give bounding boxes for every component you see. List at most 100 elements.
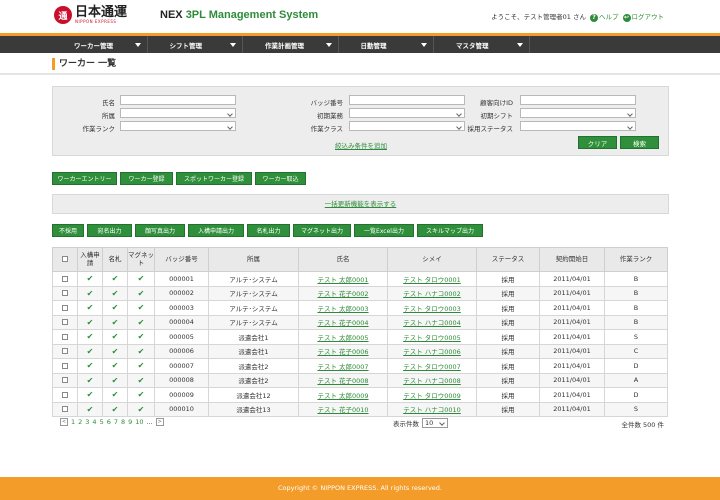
table-row[interactable]: ✔ ✔ ✔ 000003 アルテ･システム テスト 太郎0003 テスト タロウ0003 採用… — [52, 300, 668, 316]
col-name[interactable]: 氏名 — [298, 247, 388, 272]
excel-output-button[interactable]: 一覧Excel出力 — [354, 224, 414, 237]
worker-entry-button[interactable]: ワーカーエントリー — [52, 172, 117, 185]
page-3[interactable]: 3 — [85, 418, 89, 426]
col-rank[interactable]: 作業ランク — [604, 247, 668, 272]
reject-button[interactable]: 不採用 — [52, 224, 84, 237]
page-5[interactable]: 5 — [100, 418, 104, 426]
affil-cell: 派遣会社1 — [208, 343, 299, 359]
help-link[interactable]: ? ヘルプ — [590, 11, 619, 22]
worker-kana-link[interactable]: テスト ハナコ0004 — [403, 319, 461, 327]
affil-select[interactable] — [120, 108, 236, 118]
name-input[interactable] — [120, 95, 236, 105]
col-entry[interactable]: 入構申請 — [77, 247, 103, 272]
table-row[interactable]: ✔ ✔ ✔ 000001 アルテ･システム テスト 太郎0001 テスト タロウ0001 採用… — [52, 271, 668, 287]
page-8[interactable]: 8 — [121, 418, 125, 426]
row-checkbox[interactable] — [62, 377, 68, 384]
select-all-checkbox[interactable] — [62, 255, 68, 262]
page-4[interactable]: 4 — [92, 418, 96, 426]
worker-kana-link[interactable]: テスト ハナコ0010 — [403, 406, 461, 414]
worker-name-link[interactable]: テスト 太郎0007 — [317, 363, 368, 371]
worker-kana-link[interactable]: テスト タロウ0001 — [403, 276, 461, 284]
row-checkbox[interactable] — [62, 362, 68, 369]
row-checkbox[interactable] — [62, 348, 68, 355]
nav-work-plan[interactable]: 作業計画管理 — [243, 36, 339, 53]
nav-master[interactable]: マスタ管理 — [434, 36, 530, 53]
check-cell: ✔ — [102, 372, 128, 388]
client-id-input[interactable] — [520, 95, 636, 105]
nav-shift[interactable]: シフト管理 — [148, 36, 243, 53]
nav-worker[interactable]: ワーカー管理 — [52, 36, 148, 53]
worker-kana-link[interactable]: テスト ハナコ0006 — [403, 348, 461, 356]
init-shift-select[interactable] — [520, 108, 636, 118]
logout-link[interactable]: ↩ ログアウト — [622, 11, 664, 22]
col-contract-start[interactable]: 契約開始日 — [539, 247, 605, 272]
row-checkbox[interactable] — [62, 391, 68, 398]
row-checkbox[interactable] — [62, 290, 68, 297]
bulk-update-link[interactable]: 一括更新機能を表示する — [325, 200, 397, 208]
clear-button[interactable]: クリア — [578, 136, 617, 149]
table-row[interactable]: ✔ ✔ ✔ 000008 派遣会社2 テスト 花子0008 テスト ハナコ0008 採用 201… — [52, 372, 668, 388]
worker-name-link[interactable]: テスト 花子0004 — [317, 319, 368, 327]
worker-name-link[interactable]: テスト 太郎0001 — [317, 276, 368, 284]
worker-name-link[interactable]: テスト 花子0010 — [317, 406, 368, 414]
col-status[interactable]: ステータス — [476, 247, 540, 272]
page-2[interactable]: 2 — [78, 418, 82, 426]
add-condition-link[interactable]: 絞込み条件を追加 — [335, 140, 387, 150]
worker-kana-link[interactable]: テスト ハナコ0002 — [403, 290, 461, 298]
worker-kana-link[interactable]: テスト タロウ0005 — [403, 334, 461, 342]
page-6[interactable]: 6 — [107, 418, 111, 426]
entry-request-output-button[interactable]: 入構申請出力 — [188, 224, 244, 237]
row-checkbox[interactable] — [62, 406, 68, 413]
worker-name-link[interactable]: テスト 太郎0009 — [317, 392, 368, 400]
col-affil[interactable]: 所属 — [208, 247, 299, 272]
col-magnet[interactable]: マグネット — [127, 247, 155, 272]
worker-register-button[interactable]: ワーカー登録 — [120, 172, 173, 185]
photo-output-button[interactable]: 顔写真出力 — [135, 224, 185, 237]
emp-status-select[interactable] — [520, 121, 636, 131]
table-row[interactable]: ✔ ✔ ✔ 000006 派遣会社1 テスト 花子0006 テスト ハナコ0006 採用 201… — [52, 343, 668, 359]
worker-kana-link[interactable]: テスト タロウ0007 — [403, 363, 461, 371]
checkmark-icon: ✔ — [86, 346, 94, 356]
worker-name-link[interactable]: テスト 花子0006 — [317, 348, 368, 356]
address-output-button[interactable]: 宛名出力 — [87, 224, 132, 237]
magnet-output-button[interactable]: マグネット出力 — [293, 224, 351, 237]
col-badge[interactable]: バッジ番号 — [154, 247, 209, 272]
worker-name-link[interactable]: テスト 太郎0005 — [317, 334, 368, 342]
table-row[interactable]: ✔ ✔ ✔ 000010 派遣会社13 テスト 花子0010 テスト ハナコ0010 採用 20… — [52, 401, 668, 417]
table-row[interactable]: ✔ ✔ ✔ 000004 アルテ･システム テスト 花子0004 テスト ハナコ0004 採用… — [52, 314, 668, 330]
per-page-select[interactable]: 10 — [422, 418, 448, 428]
worker-kana-link[interactable]: テスト ハナコ0008 — [403, 377, 461, 385]
page-1[interactable]: 1 — [71, 418, 75, 426]
table-row[interactable]: ✔ ✔ ✔ 000005 派遣会社1 テスト 太郎0005 テスト タロウ0005 採用 201… — [52, 329, 668, 345]
worker-import-button[interactable]: ワーカー取込 — [255, 172, 306, 185]
spot-worker-register-button[interactable]: スポットワーカー登録 — [176, 172, 252, 185]
rank-select[interactable] — [120, 121, 236, 131]
worker-name-link[interactable]: テスト 花子0002 — [317, 290, 368, 298]
table-row[interactable]: ✔ ✔ ✔ 000009 派遣会社12 テスト 太郎0009 テスト タロウ0009 採用 20… — [52, 387, 668, 403]
col-kana[interactable]: シメイ — [387, 247, 477, 272]
page-10[interactable]: 10 — [135, 418, 143, 426]
row-checkbox[interactable] — [62, 333, 68, 340]
divider — [0, 73, 720, 75]
nav-daily[interactable]: 日勤管理 — [339, 36, 434, 53]
kana-cell: テスト タロウ0005 — [387, 329, 477, 345]
table-row[interactable]: ✔ ✔ ✔ 000002 アルテ･システム テスト 花子0002 テスト ハナコ0002 採用… — [52, 285, 668, 301]
row-checkbox[interactable] — [62, 319, 68, 326]
search-button[interactable]: 検索 — [620, 136, 659, 149]
col-nametag[interactable]: 名札 — [102, 247, 128, 272]
page-9[interactable]: 9 — [128, 418, 132, 426]
worker-kana-link[interactable]: テスト タロウ0003 — [403, 305, 461, 313]
prev-page-button[interactable]: < — [60, 418, 68, 426]
worker-kana-link[interactable]: テスト タロウ0009 — [403, 392, 461, 400]
worker-name-link[interactable]: テスト 花子0008 — [317, 377, 368, 385]
worker-name-link[interactable]: テスト 太郎0003 — [317, 305, 368, 313]
nametag-output-button[interactable]: 名札出力 — [247, 224, 290, 237]
row-checkbox[interactable] — [62, 304, 68, 311]
skillmap-output-button[interactable]: スキルマップ出力 — [417, 224, 483, 237]
table-row[interactable]: ✔ ✔ ✔ 000007 派遣会社2 テスト 太郎0007 テスト タロウ0007 採用 201… — [52, 358, 668, 374]
next-page-button[interactable]: > — [155, 418, 164, 426]
page-7[interactable]: 7 — [114, 418, 118, 426]
row-checkbox[interactable] — [62, 275, 68, 282]
check-cell: ✔ — [77, 401, 103, 417]
status-cell: 採用 — [476, 271, 540, 287]
